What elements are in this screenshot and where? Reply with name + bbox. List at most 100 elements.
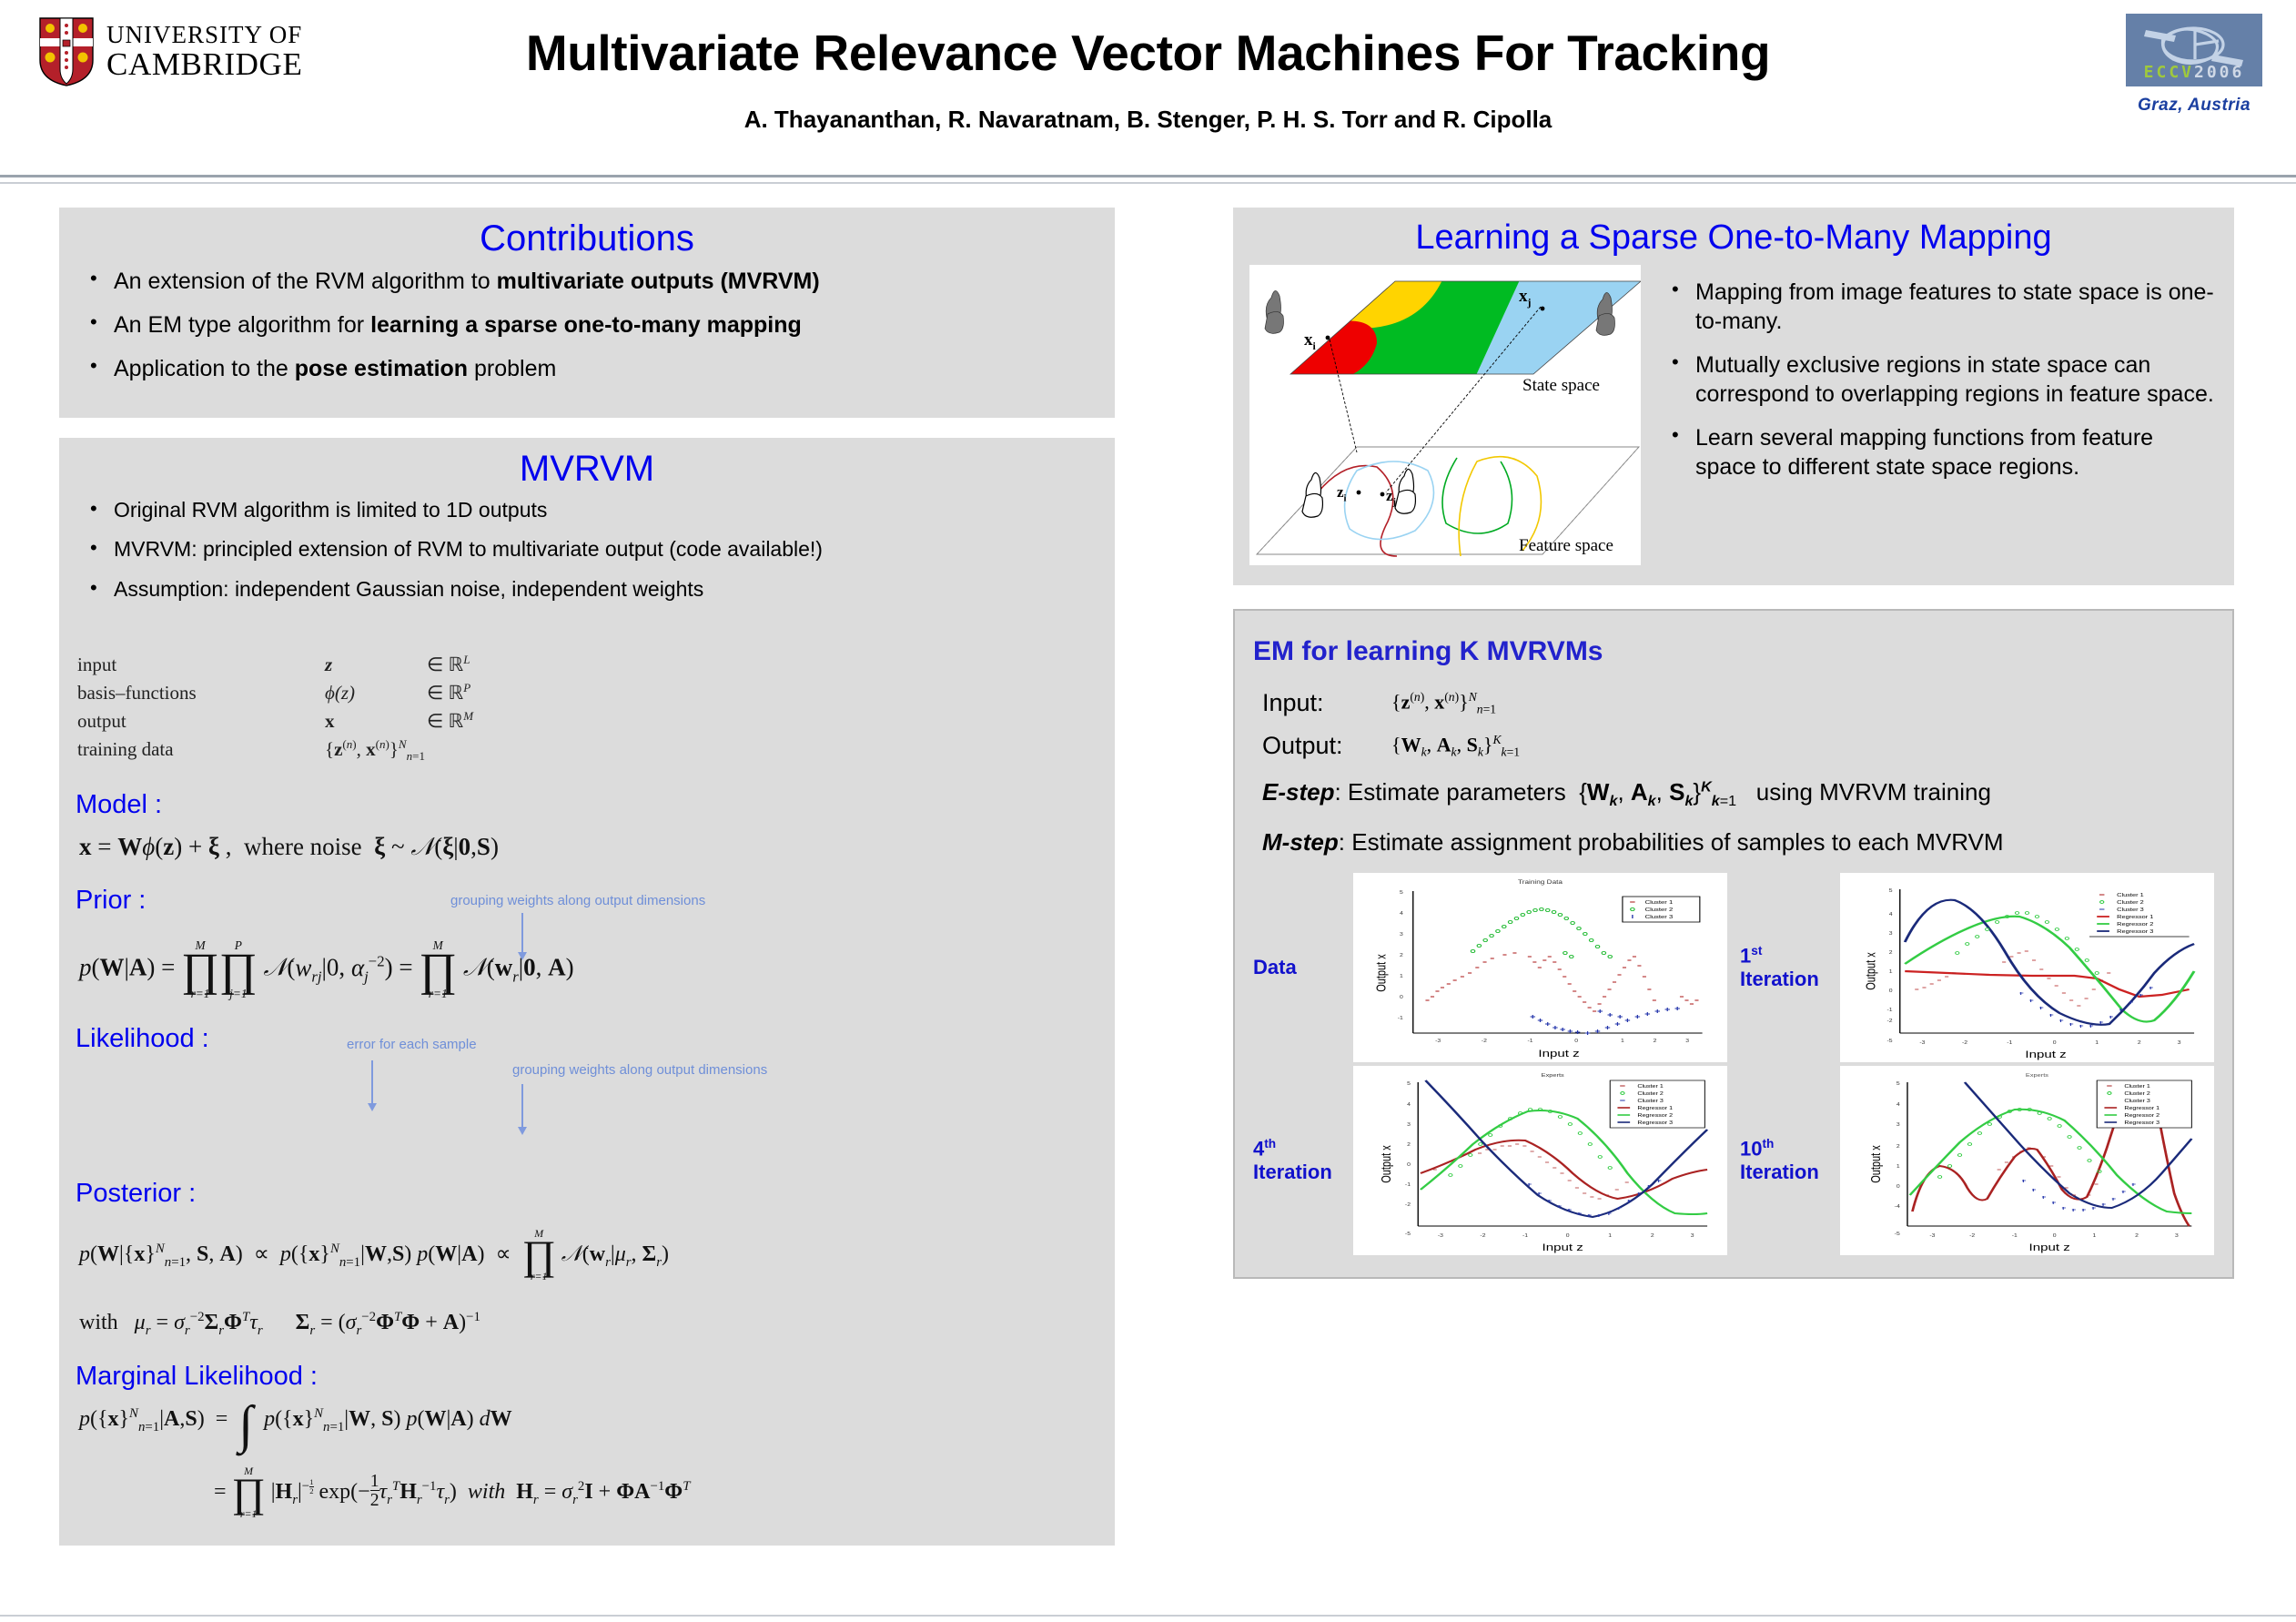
notation-name: training data bbox=[77, 738, 174, 761]
svg-text:Cluster 1: Cluster 1 bbox=[1637, 1084, 1664, 1090]
svg-text:Cluster 1: Cluster 1 bbox=[1645, 900, 1674, 906]
svg-text:Output x: Output x bbox=[1378, 1145, 1393, 1183]
state-space-label: State space bbox=[1522, 376, 1600, 395]
svg-text:-1: -1 bbox=[1527, 1039, 1533, 1044]
eccv-logo-icon: ECCV2006 bbox=[2126, 14, 2262, 86]
svg-text:Cluster 3: Cluster 3 bbox=[2117, 907, 2144, 913]
mvrvm-panel: MVRVM Original RVM algorithm is limited … bbox=[59, 438, 1115, 1546]
plot-iteration-4: Experts 54 32 0 -1 -2 -5 -3 -2 -1 0 12 3 Out… bbox=[1353, 1066, 1727, 1256]
bullet-pre: An extension of the RVM algorithm to bbox=[114, 269, 497, 294]
list-item: An extension of the RVM algorithm to mul… bbox=[86, 266, 1091, 296]
svg-text:-5: -5 bbox=[1886, 1039, 1893, 1044]
header-divider bbox=[0, 175, 2296, 184]
svg-text:-3: -3 bbox=[1929, 1234, 1936, 1239]
author-list: A. Thayananthan, R. Navaratnam, B. Steng… bbox=[743, 106, 1553, 133]
em-m-step-name: M-step bbox=[1262, 828, 1339, 857]
svg-text:Input z: Input z bbox=[2025, 1049, 2066, 1060]
notation-space: ∈ ℝP bbox=[427, 681, 471, 705]
contributions-panel: Contributions An extension of the RVM al… bbox=[59, 208, 1115, 418]
list-item: Application to the pose estimation probl… bbox=[86, 353, 1091, 383]
notation-table: input z ∈ ℝL basis–functions ϕ(z) ∈ ℝP o… bbox=[76, 650, 475, 766]
likelihood-arrow-2-icon bbox=[518, 1083, 527, 1135]
table-row: basis–functions ϕ(z) ∈ ℝP bbox=[77, 680, 473, 706]
prior-annotation: grouping weights along output dimensions bbox=[450, 893, 706, 909]
em-output-row: Output: {Wk, Ak, Sk}Kk=1 bbox=[1262, 732, 2214, 760]
likelihood-label: Likelihood : bbox=[76, 1023, 209, 1053]
marginal-likelihood-equation: p({x}Nn=1|A,S) = ∫ p({x}Nn=1|W, S) p(W|A… bbox=[79, 1395, 512, 1454]
likelihood-arrow-1-icon bbox=[368, 1059, 377, 1111]
prior-annotation-arrow-icon bbox=[518, 913, 527, 961]
posterior-with-equation: with μr = σr−2ΣrΦTτr Σr = (σr−2ΦTΦ + A)−… bbox=[79, 1309, 480, 1338]
svg-text:-2: -2 bbox=[1482, 1039, 1488, 1044]
em-output-label: Output: bbox=[1262, 732, 1343, 759]
svg-text:Regressor 1: Regressor 1 bbox=[2124, 1106, 2159, 1111]
svg-text:Output x: Output x bbox=[1863, 952, 1878, 990]
notation-space: ∈ ℝM bbox=[427, 709, 474, 733]
iteration-plots-grid: Data Training Data 54 32 10 -1 -3 -2 -1 0 … bbox=[1253, 873, 2214, 1256]
em-algorithm-panel: EM for learning K MVRVMs Input: {z(n), x… bbox=[1233, 609, 2234, 1280]
poster-header: UNIVERSITY OF CAMBRIDGE Multivariate Rel… bbox=[0, 0, 2296, 184]
svg-text:-4: -4 bbox=[1895, 1205, 1901, 1210]
svg-text:Regressor 3: Regressor 3 bbox=[2124, 1120, 2159, 1126]
svg-text:Input z: Input z bbox=[1542, 1242, 1583, 1253]
svg-text:Regressor 2: Regressor 2 bbox=[2124, 1113, 2159, 1119]
plot-tag-iteration-1: 1st Iteration bbox=[1740, 944, 1819, 991]
em-input-label: Input: bbox=[1262, 689, 1324, 716]
svg-text:Cluster 2: Cluster 2 bbox=[1645, 907, 1674, 913]
plot3-title: Experts bbox=[2026, 1073, 2048, 1079]
svg-text:-2: -2 bbox=[1962, 1041, 1968, 1046]
diagram-label-zi: zi bbox=[1337, 483, 1347, 504]
table-row: output x ∈ ℝM bbox=[77, 708, 473, 735]
diagram-label-zj: zj bbox=[1386, 487, 1397, 508]
notation-name: basis–functions bbox=[77, 682, 197, 705]
title-block: Multivariate Relevance Vector Machines F… bbox=[0, 0, 2296, 134]
em-e-step-name: E-step bbox=[1262, 778, 1335, 806]
svg-text:Cluster 2: Cluster 2 bbox=[2117, 900, 2144, 906]
svg-text:Cluster 3: Cluster 3 bbox=[2124, 1099, 2150, 1104]
svg-text:Cluster 3: Cluster 3 bbox=[1637, 1099, 1664, 1104]
plot2-title: Experts bbox=[1542, 1073, 1564, 1079]
footer-divider bbox=[0, 1615, 2296, 1622]
notation-name: input bbox=[77, 654, 117, 676]
state-feature-space-diagram: xi xj zi zj State space Feature space bbox=[1249, 265, 1641, 565]
eccv-logo-year: 2006 bbox=[2194, 63, 2245, 82]
em-m-step: M-step: Estimate assignment probabilitie… bbox=[1262, 828, 2214, 857]
svg-text:Regressor 2: Regressor 2 bbox=[1637, 1113, 1673, 1119]
conference-city: Graz, Austria bbox=[2137, 96, 2251, 115]
mvrvm-list: Original RVM algorithm is limited to 1D … bbox=[59, 496, 1115, 630]
svg-text:-2: -2 bbox=[1480, 1234, 1486, 1239]
svg-text:-1: -1 bbox=[1886, 1009, 1893, 1013]
svg-text:Cluster 2: Cluster 2 bbox=[1637, 1091, 1664, 1097]
plot-tag-iteration-4: 4th Iteration bbox=[1253, 1137, 1332, 1184]
with-label: with bbox=[79, 1310, 118, 1334]
svg-text:-3: -3 bbox=[1435, 1039, 1441, 1044]
list-item: Mutually exclusive regions in state spac… bbox=[1668, 350, 2218, 409]
svg-text:-2: -2 bbox=[1969, 1234, 1976, 1239]
svg-text:Cluster 3: Cluster 3 bbox=[1645, 915, 1674, 920]
posterior-equation: p(W|{x}Nn=1, S, A) ∝ p({x}Nn=1|W,S) p(W|… bbox=[79, 1226, 670, 1282]
right-column: Learning a Sparse One-to-Many Mapping xi… bbox=[1233, 208, 2234, 1280]
em-m-step-text: : Estimate assignment probabilities of s… bbox=[1338, 828, 2004, 857]
posterior-label: Posterior : bbox=[76, 1178, 197, 1208]
svg-text:-1: -1 bbox=[1405, 1183, 1411, 1188]
em-e-step-text-1: : Estimate parameters bbox=[1334, 778, 1566, 806]
list-item: Original RVM algorithm is limited to 1D … bbox=[86, 496, 1091, 523]
bullet-post: problem bbox=[468, 356, 557, 381]
svg-text:-1: -1 bbox=[2007, 1041, 2013, 1046]
em-e-step: E-step: Estimate parameters {Wk, Ak, Sk}… bbox=[1262, 778, 2214, 810]
svg-text:-1: -1 bbox=[1522, 1234, 1529, 1239]
bullet-bold: learning a sparse one-to-many mapping bbox=[370, 312, 802, 338]
svg-text:-1: -1 bbox=[2012, 1234, 2018, 1239]
prior-equation: p(W|A) = M ∏ r=1 P ∏ j=1 𝒩(wrj|0, αj−2) = M ∏ r… bbox=[79, 938, 574, 1001]
plot0-title: Training Data bbox=[1518, 878, 1563, 886]
bullet-bold: pose estimation bbox=[294, 356, 469, 381]
svg-text:Regressor 3: Regressor 3 bbox=[1637, 1120, 1673, 1126]
em-input-expression: {z(n), x(n)}Nn=1 bbox=[1391, 689, 1497, 716]
bullet-pre: An EM type algorithm for bbox=[114, 312, 371, 338]
svg-text:-1: -1 bbox=[1398, 1017, 1404, 1021]
marginal-likelihood-label: Marginal Likelihood : bbox=[76, 1362, 318, 1392]
notation-symbol: z bbox=[325, 654, 333, 676]
svg-text:-2: -2 bbox=[1405, 1203, 1411, 1208]
svg-text:-3: -3 bbox=[1919, 1041, 1926, 1046]
svg-text:Regressor 1: Regressor 1 bbox=[2117, 915, 2154, 920]
